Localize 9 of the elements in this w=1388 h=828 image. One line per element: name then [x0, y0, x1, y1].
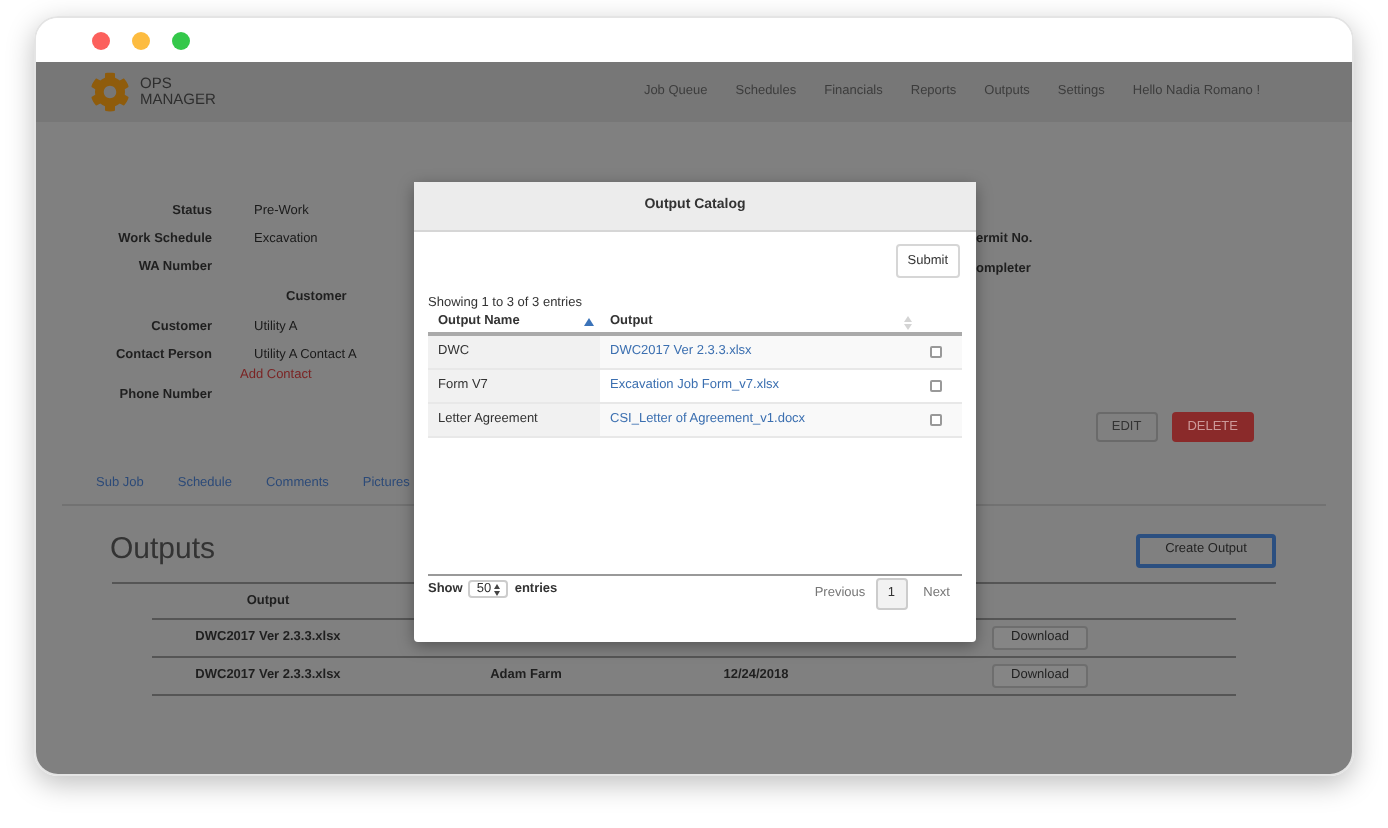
checkbox[interactable] [930, 413, 942, 426]
checkbox[interactable] [930, 379, 942, 392]
select-arrows-icon [494, 583, 501, 596]
window-control[interactable] [172, 31, 190, 49]
gear-icon [90, 72, 130, 112]
window-control[interactable] [92, 31, 110, 49]
checkbox[interactable] [930, 345, 942, 358]
section-title: Outputs [110, 529, 216, 570]
window-control[interactable] [132, 31, 150, 49]
